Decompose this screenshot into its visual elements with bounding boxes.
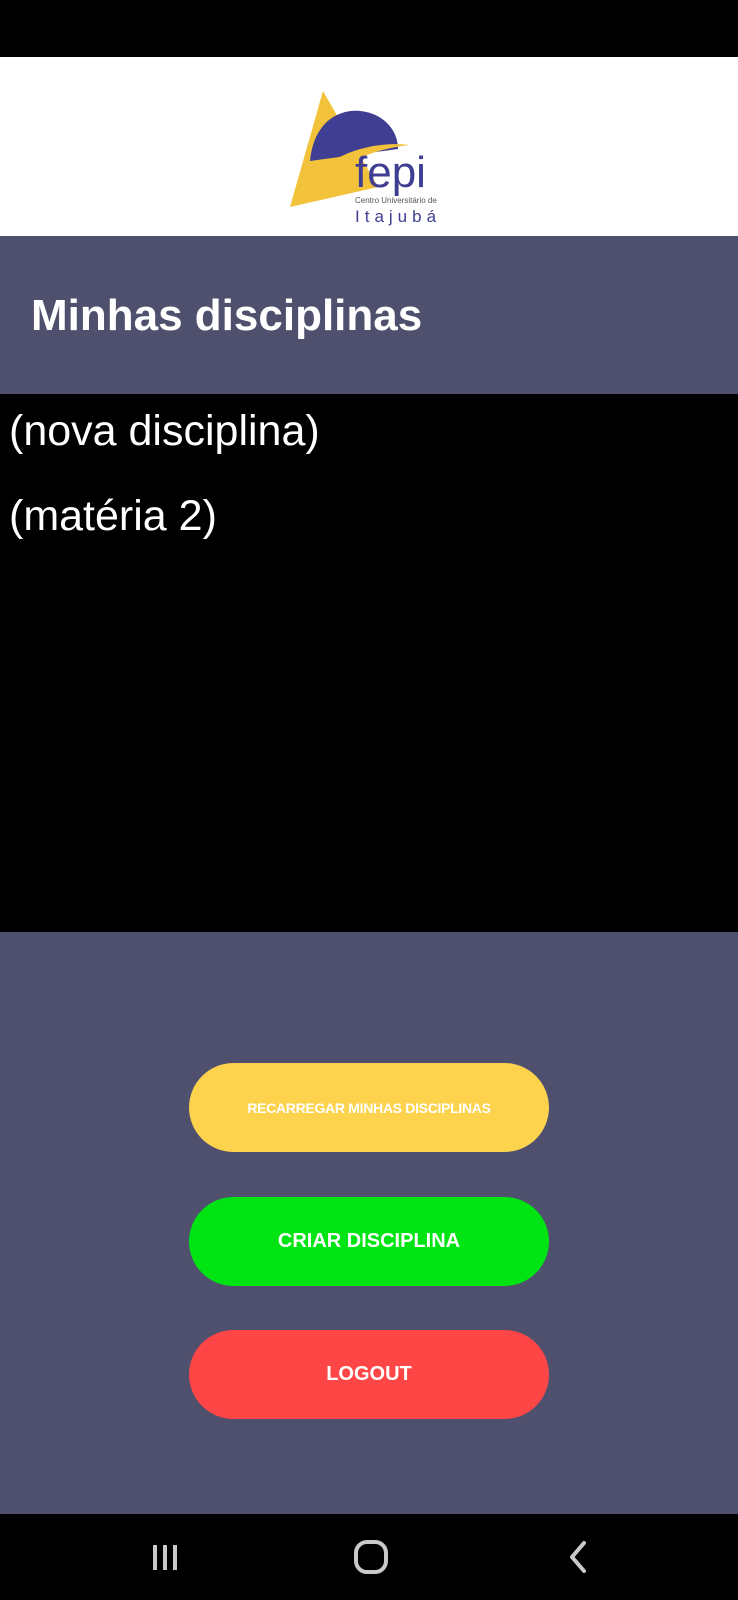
reload-disciplines-button[interactable]: RECARREGAR MINHAS DISCIPLINAS (189, 1063, 549, 1152)
recents-button[interactable] (105, 1514, 225, 1600)
system-navigation-bar (0, 1514, 738, 1600)
create-discipline-button[interactable]: CRIAR DISCIPLINA (189, 1197, 549, 1286)
list-item-discipline[interactable]: (nova disciplina) (9, 401, 320, 461)
home-button[interactable] (311, 1514, 431, 1600)
page-title: Minhas disciplinas (31, 291, 423, 340)
page-header: Minhas disciplinas (0, 236, 738, 394)
status-bar (0, 0, 738, 57)
svg-text:Centro Universitário de: Centro Universitário de (355, 196, 437, 205)
svg-text:fepi: fepi (355, 148, 426, 197)
fepi-logo: fepi Centro Universitário de Itajubá (290, 91, 441, 226)
back-icon (570, 1541, 586, 1573)
recents-icon (153, 1545, 177, 1570)
actions-panel: RECARREGAR MINHAS DISCIPLINAS CRIAR DISC… (0, 932, 738, 1514)
list-item-discipline[interactable]: (matéria 2) (9, 486, 217, 546)
discipline-list: (nova disciplina) (matéria 2) (0, 394, 738, 932)
logout-button[interactable]: LOGOUT (189, 1330, 549, 1419)
back-button[interactable] (518, 1514, 638, 1600)
svg-text:Itajubá: Itajubá (355, 207, 441, 226)
home-icon (354, 1540, 388, 1574)
logo-banner: fepi Centro Universitário de Itajubá (0, 57, 738, 236)
